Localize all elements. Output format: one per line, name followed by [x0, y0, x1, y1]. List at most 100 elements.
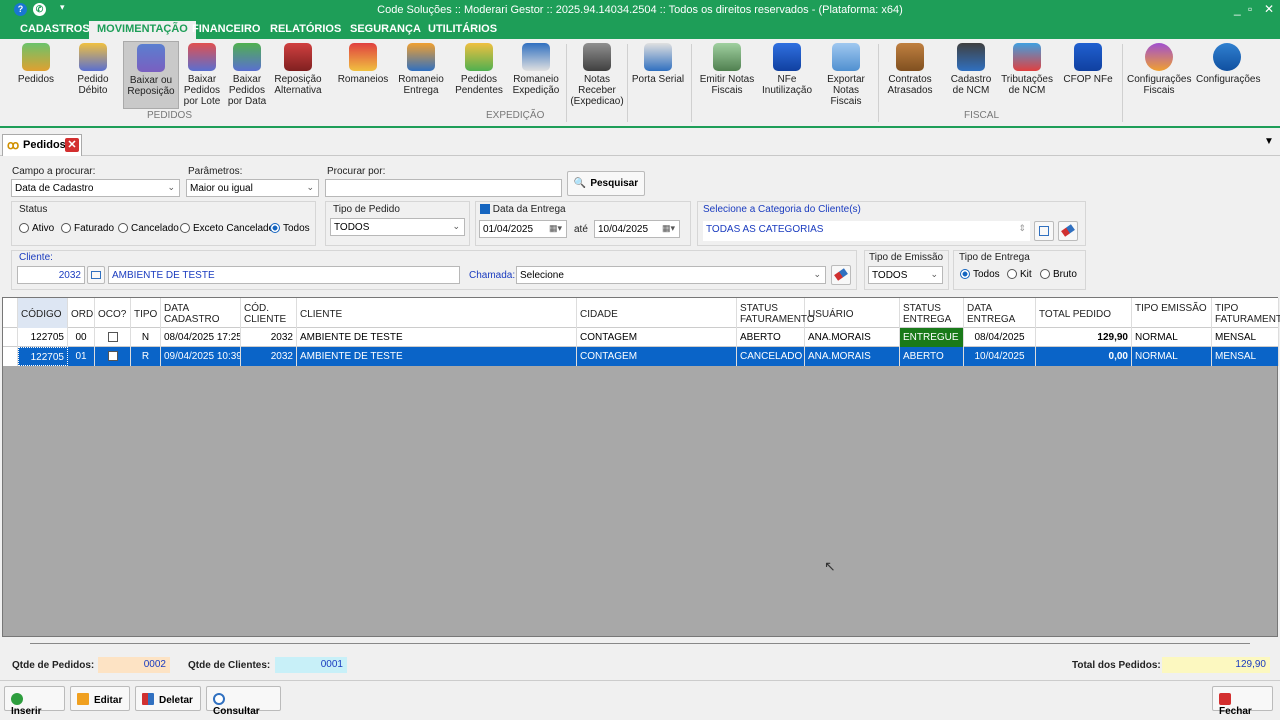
configuracoes-fiscais-button[interactable]: Configurações Fiscais — [1127, 41, 1191, 96]
emitir-notas-button[interactable]: Emitir Notas Fiscais — [698, 41, 756, 96]
tributacoes-ncm-icon — [1013, 43, 1041, 71]
col-total-pedido[interactable]: TOTAL PEDIDO — [1036, 298, 1132, 328]
baixar-lote-button[interactable]: Baixar Pedidos por Lote — [181, 41, 223, 107]
pesquisar-button[interactable]: 🔍 Pesquisar — [567, 171, 645, 196]
cadastro-ncm-button[interactable]: Cadastro de NCM — [948, 41, 994, 96]
pedidos-grid[interactable]: CÓDIGO ORD OCO? TIPO DATA CADASTRO CÓD. … — [2, 297, 1280, 637]
pedido-debito-button[interactable]: Pedido Débito — [70, 41, 116, 96]
cliente-search-button[interactable] — [87, 266, 105, 284]
tributacoes-ncm-button[interactable]: Tributações de NCM — [998, 41, 1056, 96]
status-cancelado-radio[interactable]: Cancelado — [118, 223, 179, 234]
footer-totals: Qtde de Pedidos: 0002 Qtde de Clientes: … — [0, 652, 1280, 680]
editar-button[interactable]: Editar — [70, 686, 130, 711]
col-cliente[interactable]: CLIENTE — [297, 298, 577, 328]
oco-checkbox[interactable] — [95, 347, 131, 366]
nfe-inutilizacao-button[interactable]: NFe Inutilização — [761, 41, 813, 96]
chamada-clear-button[interactable] — [831, 265, 851, 285]
notas-receber-button[interactable]: Notas Receber (Expedicao) — [570, 41, 624, 107]
fechar-button[interactable]: Fechar — [1212, 686, 1273, 717]
status-todos-radio[interactable]: Todos — [270, 223, 310, 234]
data-ate-input[interactable]: 10/04/2025 ▦▾ — [594, 220, 680, 238]
entrega-todos-radio[interactable]: Todos — [960, 269, 1000, 280]
baixar-lote-icon — [188, 43, 216, 71]
status-ativo-radio[interactable]: Ativo — [19, 223, 54, 234]
menu-financeiro[interactable]: FINANCEIRO — [192, 23, 260, 35]
col-status-entrega[interactable]: STATUS ENTREGA — [900, 298, 964, 328]
categoria-list-button[interactable] — [1034, 221, 1054, 241]
pedidos-pendentes-button[interactable]: Pedidos Pendentes — [453, 41, 505, 96]
data-de-input[interactable]: 01/04/2025 ▦▾ — [479, 220, 567, 238]
configuracoes-button[interactable]: Configurações — [1196, 41, 1260, 85]
calendar-icon[interactable]: ▦▾ — [662, 223, 675, 234]
maximize-icon[interactable]: ▫ — [1248, 2, 1252, 16]
col-tipo[interactable]: TIPO — [131, 298, 161, 328]
campo-select[interactable]: Data de Cadastro ⌄ — [11, 179, 180, 197]
consultar-button[interactable]: Consultar — [206, 686, 281, 717]
menu-bar: CADASTROS MOVIMENTAÇÃO FINANCEIRO RELATÓ… — [0, 20, 1280, 39]
tab-pedidos[interactable]: ꝏ Pedidos ✕ — [2, 134, 82, 156]
calendar-icon[interactable]: ▦▾ — [549, 223, 562, 234]
chevron-down-icon: ⌄ — [813, 269, 821, 279]
tab-menu-chevron-icon[interactable]: ▼ — [1264, 136, 1274, 147]
exportar-notas-button[interactable]: Exportar Notas Fiscais — [820, 41, 872, 107]
menu-utilitarios[interactable]: UTILITÁRIOS — [428, 23, 497, 35]
entrega-bruto-radio[interactable]: Bruto — [1040, 269, 1077, 280]
gear-icon — [1145, 43, 1173, 71]
data-entrega-checkbox[interactable]: Data da Entrega — [480, 204, 566, 215]
menu-cadastros[interactable]: CADASTROS — [20, 23, 90, 35]
cliente-name-input[interactable]: AMBIENTE DE TESTE — [108, 266, 460, 284]
ribbon-separator — [566, 44, 567, 122]
tipo-emissao-select[interactable]: TODOS ⌄ — [868, 266, 943, 284]
col-oco[interactable]: OCO? — [95, 298, 131, 328]
chamada-select[interactable]: Selecione ⌄ — [516, 266, 826, 284]
table-row[interactable]: 122705 00 N 08/04/2025 17:25 2032 AMBIEN… — [3, 328, 1279, 347]
categoria-clear-button[interactable] — [1058, 221, 1078, 241]
baixar-data-button[interactable]: Baixar Pedidos por Data — [227, 41, 267, 107]
baixar-data-icon — [233, 43, 261, 71]
cfop-nfe-button[interactable]: CFOP NFe — [1062, 41, 1114, 85]
tipo-pedido-select[interactable]: TODOS ⌄ — [330, 218, 465, 236]
status-faturado-radio[interactable]: Faturado — [61, 223, 114, 234]
porta-serial-button[interactable]: Porta Serial — [631, 41, 685, 85]
menu-movimentacao[interactable]: MOVIMENTAÇÃO — [89, 21, 196, 39]
reposicao-alternativa-button[interactable]: Reposição Alternativa — [271, 41, 325, 96]
status-exceto-cancelado-radio[interactable]: Exceto Cancelado — [180, 223, 274, 234]
horizontal-scrollbar[interactable] — [30, 643, 1250, 644]
pedidos-button[interactable]: Pedidos — [14, 41, 58, 85]
col-codigo[interactable]: CÓDIGO — [18, 298, 68, 328]
contratos-atrasados-button[interactable]: Contratos Atrasados — [883, 41, 937, 96]
close-icon[interactable]: ✕ — [1264, 2, 1274, 16]
col-cod-cliente[interactable]: CÓD. CLIENTE — [241, 298, 297, 328]
romaneio-expedicao-button[interactable]: Romaneio Expedição — [509, 41, 563, 96]
col-tipo-emissao[interactable]: TIPO EMISSÃO — [1132, 298, 1212, 328]
col-data-cadastro[interactable]: DATA CADASTRO — [161, 298, 241, 328]
scroll-arrows-icon[interactable]: ⇕ — [1018, 223, 1026, 234]
col-tipo-faturamento[interactable]: TIPO FATURAMENTO — [1212, 298, 1280, 328]
menu-relatorios[interactable]: RELATÓRIOS — [270, 23, 341, 35]
grid-header: CÓDIGO ORD OCO? TIPO DATA CADASTRO CÓD. … — [3, 298, 1280, 328]
minimize-icon[interactable]: _ — [1234, 2, 1241, 16]
menu-seguranca[interactable]: SEGURANÇA — [350, 23, 421, 35]
categoria-list[interactable]: TODAS AS CATEGORIAS ⇕ — [703, 221, 1030, 241]
eye-icon — [213, 693, 225, 705]
param-select[interactable]: Maior ou igual ⌄ — [186, 179, 319, 197]
inserir-button[interactable]: Inserir — [4, 686, 65, 717]
oco-checkbox[interactable] — [95, 328, 131, 347]
cliente-code-input[interactable]: 2032 — [17, 266, 85, 284]
col-ord[interactable]: ORD — [68, 298, 95, 328]
baixar-reposicao-button[interactable]: Baixar ou Reposição — [123, 41, 179, 109]
close-tab-icon[interactable]: ✕ — [65, 138, 79, 152]
deletar-button[interactable]: Deletar — [135, 686, 201, 711]
entrega-kit-radio[interactable]: Kit — [1007, 269, 1032, 280]
col-status-faturamento[interactable]: STATUS FATURAMENTO — [737, 298, 815, 328]
eraser-icon — [834, 268, 848, 281]
col-data-entrega[interactable]: DATA ENTREGA — [964, 298, 1036, 328]
categoria-label: Selecione a Categoria do Cliente(s) — [703, 204, 861, 215]
col-usuario[interactable]: USUÁRIO — [805, 298, 900, 328]
porta-serial-icon — [644, 43, 672, 71]
romaneios-button[interactable]: Romaneios — [337, 41, 389, 85]
procurar-input[interactable] — [325, 179, 562, 197]
table-row-selected[interactable]: 122705 01 R 09/04/2025 10:39 2032 AMBIEN… — [3, 347, 1279, 366]
col-cidade[interactable]: CIDADE — [577, 298, 737, 328]
romaneio-entrega-button[interactable]: Romaneio Entrega — [395, 41, 447, 96]
